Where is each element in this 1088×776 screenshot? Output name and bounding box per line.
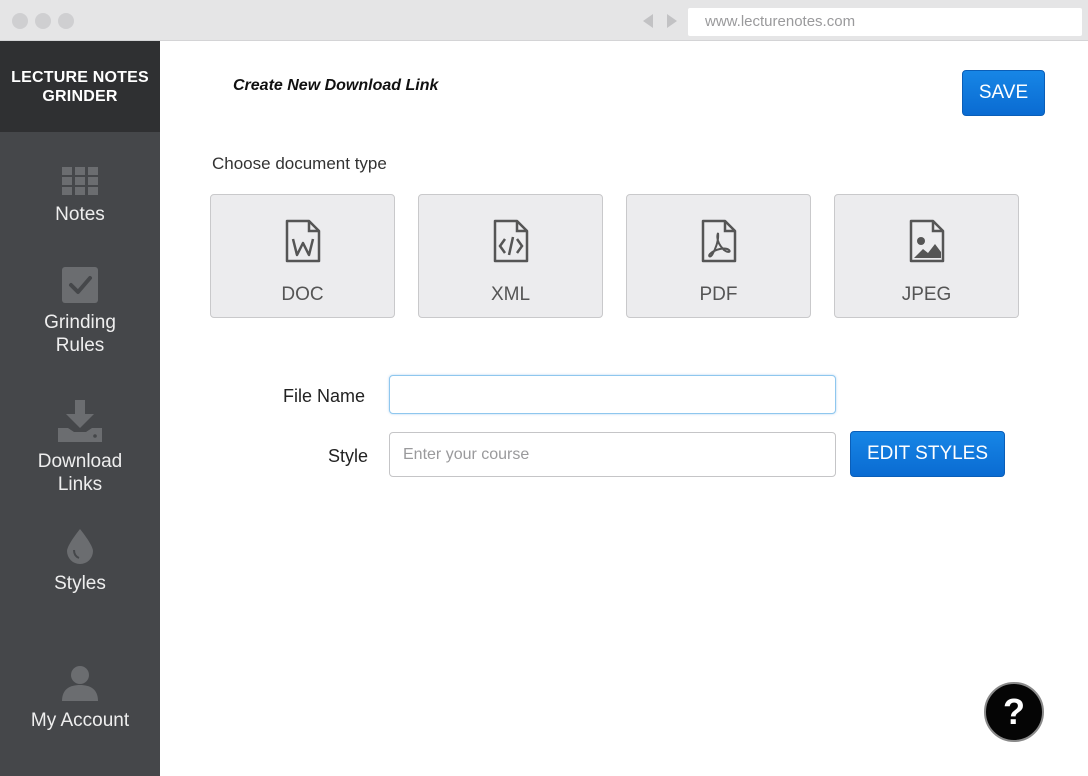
drop-icon (67, 529, 93, 564)
pdf-file-icon (701, 219, 737, 263)
style-label: Style (328, 446, 369, 466)
edit-styles-button[interactable]: EDIT STYLES (850, 431, 1005, 477)
sidebar-item-styles-label: Styles (54, 573, 106, 594)
doc-type-jpeg-card[interactable]: JPEG (834, 194, 1019, 318)
window-maximize-dot[interactable] (58, 13, 74, 29)
doc-file-icon (285, 219, 321, 263)
download-icon (58, 400, 102, 442)
sidebar-item-notes[interactable]: Notes (0, 167, 160, 226)
image-file-icon (909, 219, 945, 263)
doc-type-xml-card[interactable]: XML (418, 194, 603, 318)
doc-type-doc-card[interactable]: DOC (210, 194, 395, 318)
sidebar-item-notes-label: Notes (55, 204, 105, 225)
window-minimize-dot[interactable] (35, 13, 51, 29)
page-title: Create New Download Link (233, 77, 439, 94)
sidebar-item-my-account[interactable]: My Account (0, 665, 160, 732)
sidebar-item-grinding-rules[interactable]: Grinding Rules (0, 267, 160, 357)
brand-logo: LECTURE NOTES GRINDER (0, 41, 160, 132)
grid-icon (62, 167, 98, 195)
sidebar-item-grinding-label-2: Rules (55, 335, 105, 356)
brand-line-1: LECTURE NOTES (11, 69, 149, 86)
address-bar[interactable]: www.lecturenotes.com (688, 8, 1082, 36)
style-input[interactable] (389, 432, 836, 477)
sidebar-item-download-label-2: Links (57, 474, 103, 495)
sidebar-item-download-links[interactable]: Download Links (0, 400, 160, 496)
checkbox-icon (62, 267, 98, 303)
save-button[interactable]: SAVE (962, 70, 1045, 116)
doc-type-pdf-card[interactable]: PDF (626, 194, 811, 318)
sidebar-item-styles[interactable]: Styles (0, 528, 160, 595)
doc-type-pdf-label: PDF (699, 284, 738, 305)
main-content: Create New Download Link SAVE Choose doc… (160, 41, 1088, 776)
browser-chrome: www.lecturenotes.com (0, 0, 1088, 41)
sidebar: LECTURE NOTES GRINDER Notes Grinding Rul… (0, 41, 160, 776)
back-arrow-icon[interactable] (643, 14, 653, 28)
xml-file-icon (493, 219, 529, 263)
document-type-label: Choose document type (212, 154, 387, 173)
sidebar-item-account-label: My Account (30, 710, 130, 731)
user-icon (62, 666, 98, 701)
help-button[interactable]: ? (984, 682, 1044, 742)
doc-type-jpeg-label: JPEG (901, 284, 952, 305)
doc-type-xml-label: XML (490, 284, 531, 305)
doc-type-doc-label: DOC (281, 284, 324, 305)
sidebar-item-grinding-label-1: Grinding (44, 312, 116, 333)
file-name-input[interactable] (389, 375, 836, 414)
brand-line-2: GRINDER (42, 88, 118, 105)
forward-arrow-icon[interactable] (667, 14, 677, 28)
window-close-dot[interactable] (12, 13, 28, 29)
file-name-label: File Name (283, 386, 366, 406)
sidebar-item-download-label-1: Download (37, 451, 123, 472)
